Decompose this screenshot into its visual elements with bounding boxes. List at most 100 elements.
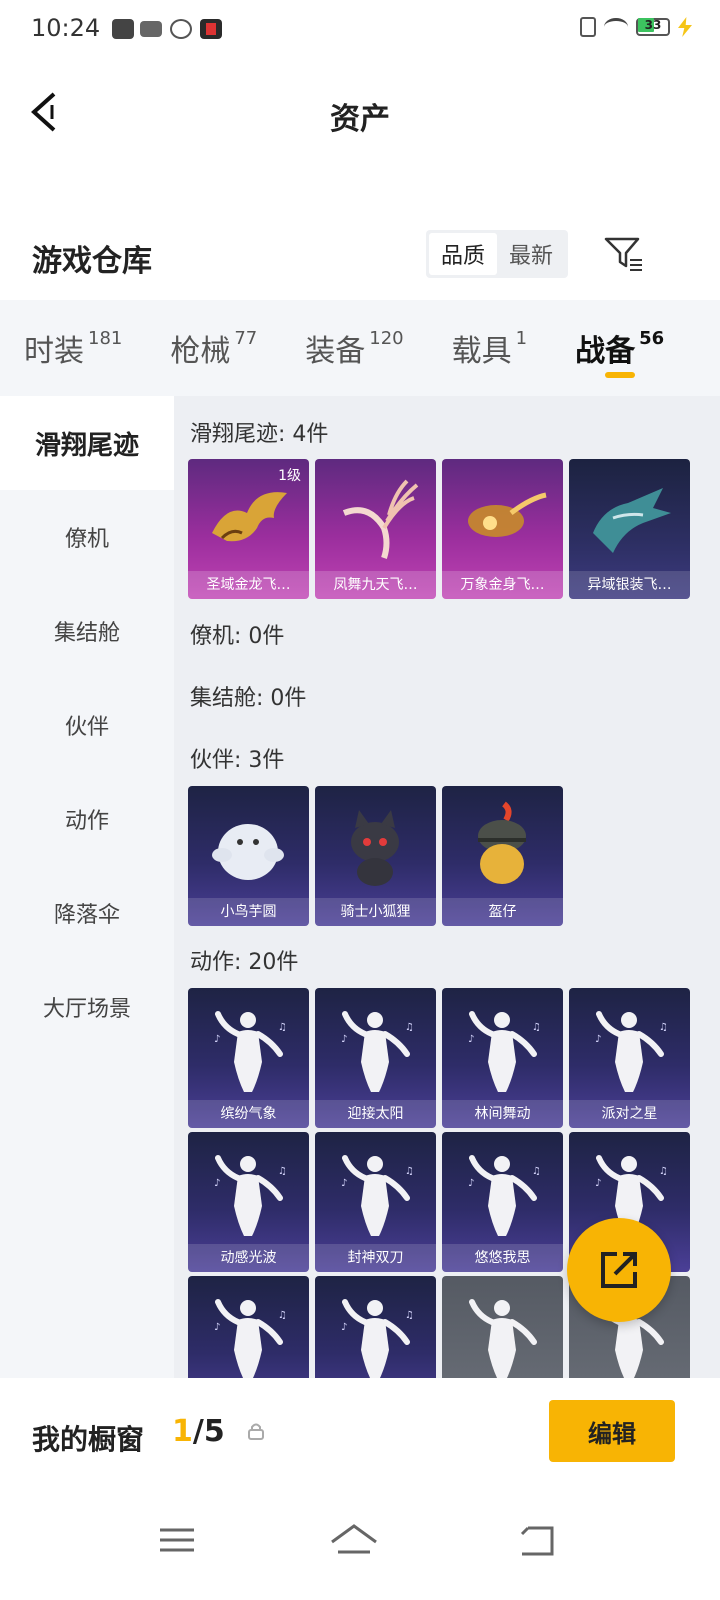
- tab-count: 56: [639, 327, 665, 349]
- dancer-icon: ♪♫: [341, 1155, 414, 1236]
- section-title-assembly-pod: 集结舱: 0件: [190, 686, 307, 711]
- menu-icon: [160, 1528, 194, 1552]
- tab-label: 时装: [24, 334, 84, 369]
- tab-label: 战备: [575, 334, 636, 369]
- sidebar-item-companion[interactable]: 伙伴: [0, 678, 174, 772]
- sidebar-item-assembly-pod[interactable]: 集结舱: [0, 584, 174, 678]
- item-name: 林间舞动: [442, 1100, 563, 1128]
- item-name: 万象金身飞…: [442, 571, 563, 599]
- tab-weapons[interactable]: 枪械 77: [170, 300, 257, 396]
- knight-fox-icon: [351, 810, 399, 886]
- svg-text:♪: ♪: [341, 1322, 347, 1333]
- share-button[interactable]: [567, 1218, 671, 1322]
- link-icon: [170, 19, 192, 39]
- status-bar: 10:24 33: [0, 0, 720, 58]
- dancer-icon: [469, 1299, 537, 1378]
- system-nav-bar: [0, 1488, 720, 1600]
- item-card[interactable]: 异域银装飞…: [569, 459, 690, 599]
- tab-vehicles[interactable]: 载具 1: [452, 300, 527, 396]
- tab-count: 120: [369, 327, 404, 349]
- item-card[interactable]: ♪ ♫ 迎接太阳: [315, 988, 436, 1128]
- battery-icon: 33: [636, 18, 670, 36]
- app-header: 资产: [0, 64, 720, 160]
- phoenix-wings-icon: [342, 479, 419, 559]
- section-title-companion: 伙伴: 3件: [190, 748, 285, 773]
- item-name: 派对之星: [569, 1100, 690, 1128]
- sort-quality-option[interactable]: 品质: [429, 233, 497, 275]
- svg-text:♫: ♫: [659, 1166, 668, 1177]
- menu-button[interactable]: [148, 1512, 208, 1572]
- video-app-icon: [112, 19, 134, 39]
- golden-comet-icon: [468, 492, 547, 537]
- item-card[interactable]: ♪ ♫: [188, 1276, 309, 1378]
- sort-newest-option[interactable]: 最新: [497, 233, 565, 275]
- sub-category-sidebar: 滑翔尾迹 僚机 集结舱 伙伴 动作 降落伞 大厅场景: [0, 396, 174, 1378]
- dancer-icon: ♪♫: [214, 1155, 287, 1236]
- sidebar-item-emote[interactable]: 动作: [0, 772, 174, 866]
- back-nav-button[interactable]: [508, 1512, 568, 1572]
- svg-text:♪: ♪: [468, 1178, 474, 1189]
- item-card[interactable]: [442, 1276, 563, 1378]
- sort-toggle: 品质 最新: [426, 230, 568, 278]
- item-card[interactable]: 凤舞九天飞…: [315, 459, 436, 599]
- item-card[interactable]: ♪ ♫ 派对之星: [569, 988, 690, 1128]
- item-card[interactable]: 1级 圣域金龙飞…: [188, 459, 309, 599]
- item-card[interactable]: ♪ ♫ 林间舞动: [442, 988, 563, 1128]
- showcase-total: /5: [192, 1414, 225, 1449]
- tab-outfits[interactable]: 时装 181: [24, 300, 122, 396]
- item-card[interactable]: 骑士小狐狸: [315, 786, 436, 926]
- tab-equipment[interactable]: 装备 120: [305, 300, 403, 396]
- item-card[interactable]: 盔仔: [442, 786, 563, 926]
- dancer-icon: ♪♫: [468, 1011, 541, 1092]
- item-name: 盔仔: [442, 898, 563, 926]
- sidebar-item-parachute[interactable]: 降落伞: [0, 866, 174, 960]
- svg-text:♫: ♫: [405, 1310, 414, 1321]
- game-icon: [200, 19, 222, 39]
- sidebar-item-lobby-scene[interactable]: 大厅场景: [0, 960, 174, 1054]
- svg-text:♫: ♫: [405, 1022, 414, 1033]
- item-card[interactable]: ♪ ♫ 封神双刀: [315, 1132, 436, 1272]
- charging-icon: [678, 17, 692, 37]
- svg-text:♫: ♫: [659, 1022, 668, 1033]
- dancer-icon: ♪♫: [595, 1011, 668, 1092]
- svg-text:♪: ♪: [214, 1322, 220, 1333]
- item-card[interactable]: 小鸟芋圆: [188, 786, 309, 926]
- item-name: 小鸟芋圆: [188, 898, 309, 926]
- tab-battle-gear[interactable]: 战备 56: [575, 300, 664, 396]
- item-name: 动感光波: [188, 1244, 309, 1272]
- back-nav-icon: [520, 1526, 554, 1556]
- item-name: 迎接太阳: [315, 1100, 436, 1128]
- page-title: 资产: [330, 102, 390, 137]
- sidebar-item-glide-trail[interactable]: 滑翔尾迹: [0, 396, 174, 490]
- item-card[interactable]: ♪ ♫ 动感光波: [188, 1132, 309, 1272]
- svg-text:♫: ♫: [532, 1022, 541, 1033]
- tab-count: 181: [88, 327, 123, 349]
- svg-text:♫: ♫: [278, 1166, 287, 1177]
- svg-text:♪: ♪: [341, 1034, 347, 1045]
- dancer-icon: ♪♫: [214, 1011, 287, 1092]
- svg-text:♪: ♪: [468, 1034, 474, 1045]
- item-name: 封神双刀: [315, 1244, 436, 1272]
- edit-button[interactable]: 编辑: [549, 1400, 675, 1462]
- svg-text:♫: ♫: [278, 1022, 287, 1033]
- wifi-icon: [604, 18, 628, 36]
- svg-text:♪: ♪: [595, 1178, 601, 1189]
- section-title-glide-trail: 滑翔尾迹: 4件: [190, 422, 329, 447]
- svg-text:♪: ♪: [214, 1178, 220, 1189]
- dancer-icon: ♪♫: [214, 1299, 287, 1378]
- item-card[interactable]: ♪ ♫ 悠悠我思: [442, 1132, 563, 1272]
- svg-text:♪: ♪: [595, 1034, 601, 1045]
- tab-label: 载具: [451, 334, 512, 369]
- item-name: 凤舞九天飞…: [315, 571, 436, 599]
- item-card[interactable]: ♪ ♫: [315, 1276, 436, 1378]
- home-button[interactable]: [324, 1512, 384, 1572]
- item-card[interactable]: 万象金身飞…: [442, 459, 563, 599]
- sidebar-item-wingman[interactable]: 僚机: [0, 490, 174, 584]
- item-name: 异域银装飞…: [569, 571, 690, 599]
- filter-button[interactable]: [604, 236, 644, 272]
- white-bird-icon: [212, 824, 284, 880]
- tab-count: 1: [515, 327, 528, 349]
- section-title-emote: 动作: 20件: [190, 950, 299, 975]
- tab-label: 枪械: [170, 334, 231, 369]
- item-card[interactable]: ♪ ♫ 缤纷气象: [188, 988, 309, 1128]
